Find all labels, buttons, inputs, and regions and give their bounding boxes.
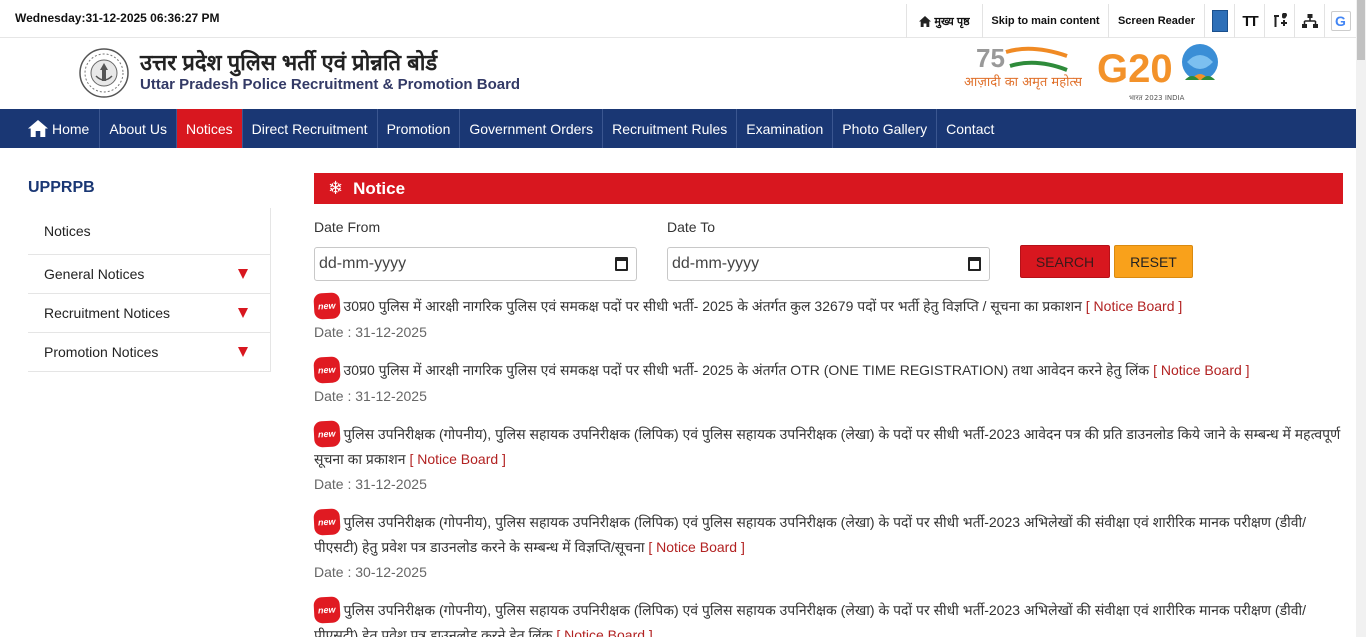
nav-item-home[interactable]: Home	[15, 109, 101, 148]
notice-date: Date : 31-12-2025	[314, 324, 427, 340]
notice-heading: Notice	[353, 178, 406, 198]
date-from-input[interactable]: dd-mm-yyyy	[314, 247, 637, 281]
notice-board-link[interactable]: [ Notice Board ]	[1086, 298, 1183, 314]
sidebar-menu: Notices General Notices Recruitment Noti…	[28, 208, 271, 372]
nav-item-notices[interactable]: Notices	[176, 109, 243, 148]
top-links: मुख्य पृष्ठ Skip to main content Screen …	[906, 4, 1356, 38]
current-datetime: Wednesday:31-12-2025 06:36:27 PM	[15, 11, 220, 25]
sitemap-icon	[1301, 14, 1318, 28]
notice-title: पुलिस उपनिरीक्षक (गोपनीय), पुलिस सहायक उ…	[314, 514, 1306, 555]
azadi-ka-amrit-mahotsav-logo: 75 आज़ादी का अमृत महोत्सव	[964, 43, 1082, 90]
nav-item-promotion[interactable]: Promotion	[378, 109, 461, 148]
new-badge-icon: new	[313, 356, 341, 384]
reset-button[interactable]: RESET	[1114, 245, 1193, 278]
caret-down-icon	[238, 308, 248, 318]
notice-text-line: new पुलिस उपनिरीक्षक (गोपनीय), पुलिस सहाय…	[313, 596, 1344, 637]
search-button[interactable]: SEARCH	[1020, 245, 1110, 278]
svg-text:75: 75	[976, 43, 1005, 73]
notice-text-line: new उ0प्र0 पुलिस में आरक्षी नागरिक पुलिस …	[313, 292, 1344, 320]
notice-board-link[interactable]: [ Notice Board ]	[556, 627, 653, 637]
notice-date: Date : 31-12-2025	[314, 476, 427, 492]
google-icon: G	[1330, 11, 1351, 31]
new-badge-icon: new	[313, 292, 341, 320]
sidebar-item-label: Promotion Notices	[44, 344, 159, 360]
page-scrollbar[interactable]	[1356, 0, 1366, 637]
home-link-label: मुख्य पृष्ठ	[934, 15, 970, 28]
scrollbar-thumb[interactable]	[1357, 0, 1365, 60]
notice-text-line: new पुलिस उपनिरीक्षक (गोपनीय), पुलिस सहाय…	[313, 508, 1344, 559]
notice-item: new पुलिस उपनिरीक्षक (गोपनीय), पुलिस सहाय…	[313, 508, 1344, 583]
site-header: उत्तर प्रदेश पुलिस भर्ती एवं प्रोन्नति ब…	[0, 38, 1356, 109]
nav-item-direct-recruitment[interactable]: Direct Recruitment	[243, 109, 378, 148]
caret-down-icon	[238, 347, 248, 357]
contrast-icon	[1211, 10, 1228, 32]
notice-title: उ0प्र0 पुलिस में आरक्षी नागरिक पुलिस एवं…	[343, 362, 1150, 378]
new-badge-icon: new	[313, 420, 341, 448]
nav-item-label: Home	[52, 120, 90, 137]
sidebar-item-general-notices[interactable]: General Notices	[28, 255, 270, 294]
date-to-placeholder: dd-mm-yyyy	[672, 255, 760, 272]
notice-title: पुलिस उपनिरीक्षक (गोपनीय), पुलिस सहायक उ…	[314, 602, 1306, 637]
nav-item-contact[interactable]: Contact	[937, 109, 1003, 148]
notice-date: Date : 30-12-2025	[314, 564, 427, 580]
site-title-english: Uttar Pradesh Police Recruitment & Promo…	[140, 76, 521, 93]
notice-text-line: new पुलिस उपनिरीक्षक (गोपनीय), पुलिस सहाय…	[313, 420, 1344, 471]
sidebar-item-label: Notices	[44, 223, 91, 239]
notice-text-line: new उ0प्र0 पुलिस में आरक्षी नागरिक पुलिस …	[313, 356, 1344, 384]
home-icon	[919, 15, 932, 27]
notice-list: new उ0प्र0 पुलिस में आरक्षी नागरिक पुलिस …	[313, 292, 1344, 637]
screen-reader-link[interactable]: Screen Reader	[1108, 4, 1204, 38]
new-badge-icon: new	[313, 508, 341, 536]
notice-board-link[interactable]: [ Notice Board ]	[1153, 362, 1250, 378]
sidebar-item-notices[interactable]: Notices	[28, 208, 270, 255]
site-title-hindi: उत्तर प्रदेश पुलिस भर्ती एवं प्रोन्नति ब…	[140, 50, 438, 75]
notice-item: new उ0प्र0 पुलिस में आरक्षी नागरिक पुलिस …	[313, 356, 1344, 407]
notice-item: new उ0प्र0 पुलिस में आरक्षी नागरिक पुलिस …	[313, 292, 1344, 343]
g20-india-logo: G20 भारत 2023 INDIA	[1097, 44, 1218, 102]
text-size-icon: TT	[1242, 12, 1258, 30]
notice-heading-bar: ❄ Notice	[314, 173, 1343, 204]
sidebar-item-label: Recruitment Notices	[44, 305, 171, 321]
nav-item-recruitment-rules[interactable]: Recruitment Rules	[603, 109, 738, 148]
g20-logo-text: G20	[1097, 47, 1173, 91]
board-emblem-icon	[79, 48, 129, 98]
caret-down-icon	[238, 269, 248, 279]
nav-item-photo-gallery[interactable]: Photo Gallery	[833, 109, 938, 148]
azadi-logo-text: आज़ादी का अमृत महोत्सव	[964, 74, 1082, 90]
date-from-placeholder: dd-mm-yyyy	[319, 255, 407, 272]
nav-item-government-orders[interactable]: Government Orders	[460, 109, 604, 148]
sidebar-item-promotion-notices[interactable]: Promotion Notices	[28, 333, 270, 372]
sidebar-title: UPPRPB	[28, 179, 95, 196]
date-from-label: Date From	[314, 219, 381, 235]
g20-logo-subtext: भारत 2023 INDIA	[1129, 94, 1185, 102]
snowflake-icon: ❄	[328, 178, 344, 198]
home-link[interactable]: मुख्य पृष्ठ	[906, 4, 982, 38]
sidebar-item-label: General Notices	[44, 266, 145, 282]
nav-item-about-us[interactable]: About Us	[100, 109, 177, 148]
google-translate-button[interactable]: G	[1324, 4, 1356, 38]
nav-item-examination[interactable]: Examination	[737, 109, 834, 148]
notice-item: new पुलिस उपनिरीक्षक (गोपनीय), पुलिस सहाय…	[313, 596, 1344, 637]
home-icon	[28, 120, 48, 137]
notice-date: Date : 31-12-2025	[314, 388, 427, 404]
calendar-icon[interactable]	[968, 257, 981, 271]
date-to-label: Date To	[667, 219, 715, 235]
top-utility-bar: Wednesday:31-12-2025 06:36:27 PM मुख्य प…	[0, 0, 1356, 38]
notice-item: new पुलिस उपनिरीक्षक (गोपनीय), पुलिस सहाय…	[313, 420, 1344, 495]
sidebar-item-recruitment-notices[interactable]: Recruitment Notices	[28, 294, 270, 333]
notice-title: उ0प्र0 पुलिस में आरक्षी नागरिक पुलिस एवं…	[343, 298, 1082, 314]
sitemap-button[interactable]	[1294, 4, 1324, 38]
accessibility-tools-icon	[1273, 13, 1287, 27]
notice-board-link[interactable]: [ Notice Board ]	[648, 539, 745, 555]
main-navigation: Home About Us Notices Direct Recruitment…	[0, 109, 1356, 148]
text-size-button[interactable]: TT	[1234, 4, 1264, 38]
date-to-input[interactable]: dd-mm-yyyy	[667, 247, 990, 281]
accessibility-tools-button[interactable]	[1264, 4, 1294, 38]
skip-to-main-link[interactable]: Skip to main content	[982, 4, 1108, 38]
calendar-icon[interactable]	[615, 257, 628, 271]
notice-board-link[interactable]: [ Notice Board ]	[409, 451, 506, 467]
contrast-toggle[interactable]	[1204, 4, 1234, 38]
new-badge-icon: new	[313, 596, 341, 624]
